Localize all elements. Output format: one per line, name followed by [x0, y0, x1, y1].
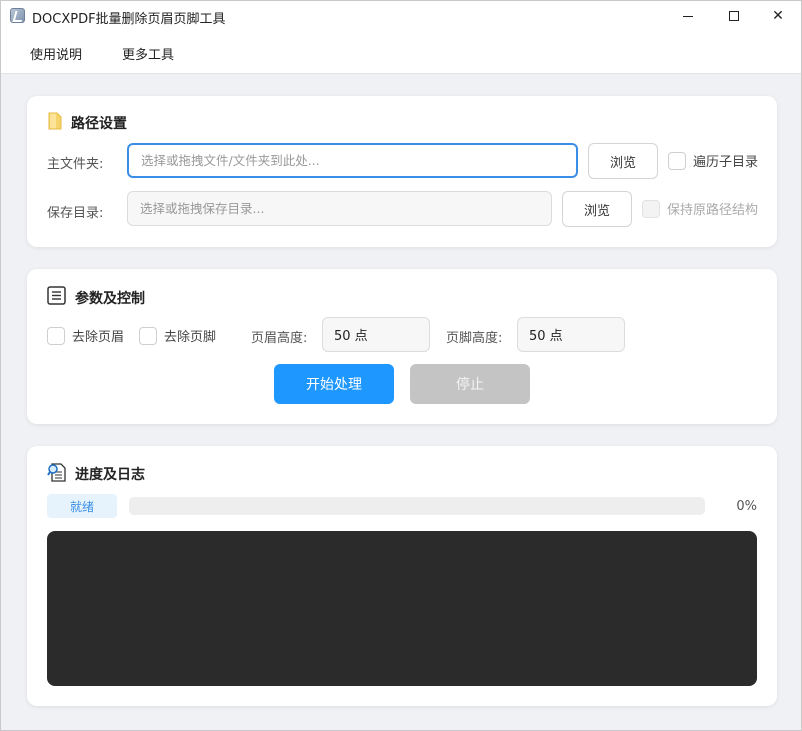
- app-icon: [10, 8, 25, 23]
- traverse-subdirs-checkbox[interactable]: 遍历子目录: [668, 151, 758, 170]
- traverse-subdirs-label: 遍历子目录: [693, 155, 759, 170]
- close-button[interactable]: ✕: [755, 1, 801, 31]
- maximize-icon: [729, 11, 739, 21]
- params-title: 参数及控制: [75, 291, 145, 307]
- stop-button[interactable]: 停止: [410, 364, 530, 404]
- footer-height-input[interactable]: 50 点: [517, 317, 625, 352]
- status-badge: 就绪: [47, 494, 117, 518]
- header-height-input[interactable]: 50 点: [322, 317, 430, 352]
- app-window: DOCXPDF批量删除页眉页脚工具 ✕ 使用说明 更多工具 路径设置 主文件夹:…: [0, 0, 802, 731]
- remove-footer-checkbox[interactable]: 去除页脚: [139, 326, 216, 345]
- progress-bar: [129, 497, 705, 515]
- menu-more-tools[interactable]: 更多工具: [122, 44, 174, 63]
- magnifier-document-icon: [47, 463, 66, 482]
- path-settings-card: 路径设置 主文件夹: 浏览 遍历子目录 保存目录: 浏览 保持原路径结构: [27, 96, 777, 247]
- remove-header-label: 去除页眉: [72, 330, 125, 345]
- progress-percentage: 0%: [736, 499, 757, 514]
- header-height-label: 页眉高度:: [251, 331, 308, 346]
- params-card: 参数及控制 去除页眉 去除页脚 页眉高度: 50 点 页脚高度: 50 点 开始…: [27, 269, 777, 424]
- save-dir-label: 保存目录:: [47, 206, 104, 221]
- remove-footer-label: 去除页脚: [164, 330, 217, 345]
- checkbox-box[interactable]: [668, 151, 686, 170]
- maximize-button[interactable]: [711, 1, 757, 31]
- close-icon: ✕: [772, 8, 784, 24]
- list-icon: [47, 286, 66, 305]
- main-folder-input[interactable]: [127, 143, 578, 178]
- menu-usage[interactable]: 使用说明: [30, 44, 82, 63]
- checkbox-box[interactable]: [642, 199, 660, 218]
- remove-header-checkbox[interactable]: 去除页眉: [47, 326, 124, 345]
- checkbox-box[interactable]: [47, 326, 65, 345]
- log-output[interactable]: [47, 531, 757, 686]
- path-settings-title: 路径设置: [71, 116, 127, 132]
- menu-bar: 使用说明 更多工具: [1, 31, 801, 74]
- folder-icon: [48, 112, 62, 130]
- browse-save-dir-button[interactable]: 浏览: [562, 191, 632, 227]
- progress-log-title: 进度及日志: [75, 467, 145, 483]
- window-title: DOCXPDF批量删除页眉页脚工具: [32, 12, 226, 27]
- main-folder-label: 主文件夹:: [47, 157, 104, 172]
- progress-log-card: 进度及日志 就绪 0%: [27, 446, 777, 706]
- save-dir-input[interactable]: [127, 191, 552, 226]
- browse-main-folder-button[interactable]: 浏览: [588, 143, 658, 179]
- keep-structure-checkbox[interactable]: 保持原路径结构: [642, 199, 758, 218]
- keep-structure-label: 保持原路径结构: [667, 203, 759, 218]
- start-button[interactable]: 开始处理: [274, 364, 394, 404]
- minimize-button[interactable]: [665, 1, 711, 31]
- minimize-icon: [683, 15, 693, 17]
- footer-height-label: 页脚高度:: [446, 331, 503, 346]
- checkbox-box[interactable]: [139, 326, 157, 345]
- title-bar[interactable]: DOCXPDF批量删除页眉页脚工具 ✕: [1, 1, 801, 31]
